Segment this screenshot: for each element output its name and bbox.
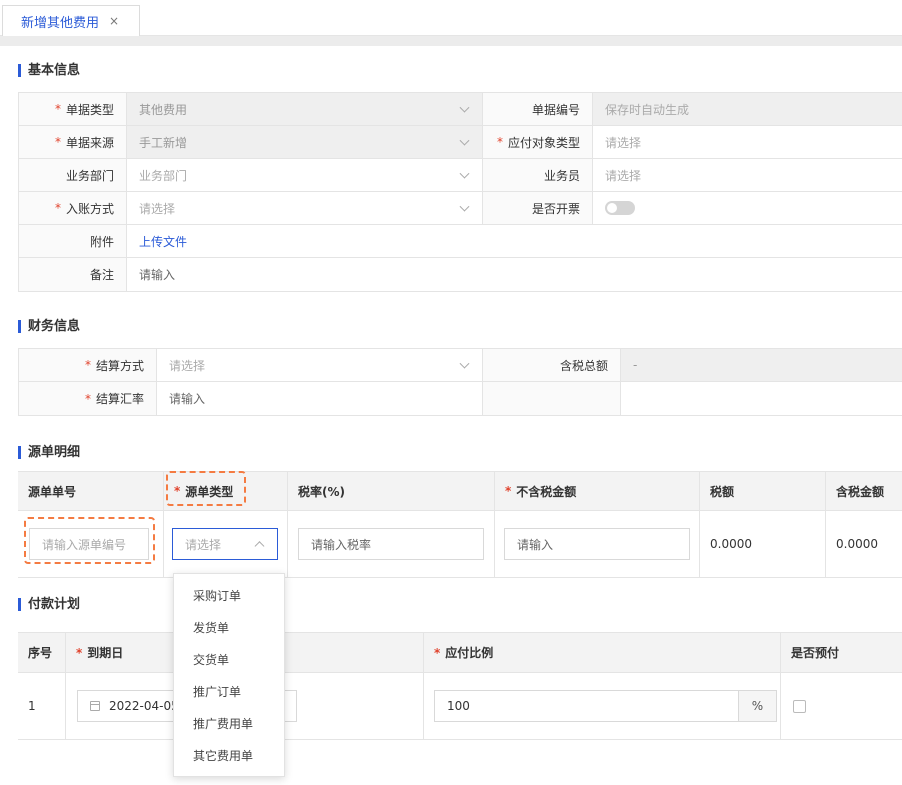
doc-source-select[interactable]: 手工新增 — [127, 126, 483, 159]
payable-type-select[interactable]: 请选择 — [593, 126, 902, 159]
col-amount-inc-tax: 含税金额 — [826, 472, 902, 511]
prepay-checkbox[interactable] — [793, 699, 806, 713]
tax-value: 0.0000 — [710, 537, 752, 551]
settle-rate-label: * 结算汇率 — [19, 382, 157, 416]
doc-no-field: 保存时自动生成 — [593, 93, 902, 126]
seq-value: 1 — [28, 699, 36, 713]
seq-cell: 1 — [18, 673, 66, 740]
tax-total-label: 含税总额 — [483, 349, 621, 382]
invoice-switch-cell — [593, 192, 902, 225]
option-promo-order[interactable]: 推广订单 — [174, 676, 284, 708]
calendar-icon — [90, 701, 100, 711]
required-mark: * — [54, 201, 61, 215]
chevron-down-icon — [459, 168, 470, 179]
upload-file-link[interactable]: 上传文件 — [139, 233, 187, 250]
settle-method-select[interactable]: 请选择 — [157, 349, 483, 382]
tab-bar: 新增其他费用 × — [0, 0, 902, 36]
required-mark: * — [76, 645, 83, 660]
percent-suffix: % — [738, 691, 776, 721]
chevron-down-icon — [459, 358, 470, 369]
settle-method-label: * 结算方式 — [19, 349, 157, 382]
section-title-plan: 付款计划 — [18, 598, 80, 611]
finance-info-form: * 结算方式 请选择 含税总额 - * 结算汇率 请输入 — [18, 348, 902, 416]
section-title-basic: 基本信息 — [18, 64, 80, 77]
invoice-label: 是否开票 — [483, 192, 593, 225]
chevron-down-icon — [459, 201, 470, 212]
required-mark: * — [84, 358, 91, 372]
amount-ex-input[interactable]: 请输入 — [504, 528, 690, 560]
col-tax-rate: 税率(%) — [288, 472, 495, 511]
section-title-finance: 财务信息 — [18, 320, 80, 333]
col-source-doc-no: 源单单号 — [18, 472, 164, 511]
required-mark: * — [84, 391, 91, 406]
tab-label[interactable]: 新增其他费用 — [21, 12, 99, 31]
option-other-fee-doc[interactable]: 其它费用单 — [174, 740, 284, 772]
chevron-down-icon — [459, 135, 470, 146]
attachment-cell: 上传文件 — [127, 225, 902, 258]
col-prepay: 是否预付 — [781, 633, 902, 673]
required-mark: * — [434, 645, 441, 660]
entry-method-select[interactable]: 请选择 — [127, 192, 483, 225]
tab-add-other-fee[interactable]: 新增其他费用 × — [2, 5, 140, 36]
section-title-source: 源单明细 — [18, 446, 80, 459]
close-icon[interactable]: × — [109, 14, 119, 28]
empty-label-cell — [483, 382, 621, 416]
header-strip — [0, 36, 902, 46]
source-doc-type-dropdown: 采购订单 发货单 交货单 推广订单 推广费用单 其它费用单 — [173, 573, 285, 777]
col-seq: 序号 — [18, 633, 66, 673]
doc-type-label: * 单据类型 — [19, 93, 127, 126]
prepay-cell — [781, 673, 902, 740]
amount-inc-cell: 0.0000 — [826, 511, 902, 578]
payable-type-label: * 应付对象类型 — [483, 126, 593, 159]
settle-rate-input[interactable]: 请输入 — [157, 382, 483, 416]
payment-plan-table: 序号 * 到期日 * 应付比例 是否预付 1 — [18, 632, 902, 740]
col-tax: 税额 — [700, 472, 826, 511]
option-promo-fee-doc[interactable]: 推广费用单 — [174, 708, 284, 740]
amount-inc-value: 0.0000 — [836, 537, 878, 551]
remark-input[interactable]: 请输入 — [127, 258, 902, 292]
doc-source-label: * 单据来源 — [19, 126, 127, 159]
salesman-select[interactable]: 请选择 — [593, 159, 902, 192]
remark-label: 备注 — [19, 258, 127, 292]
doc-type-select[interactable]: 其他费用 — [127, 93, 483, 126]
source-doc-no-input[interactable]: 请输入源单编号 — [29, 528, 149, 560]
empty-value-cell — [621, 382, 902, 416]
attachment-label: 附件 — [19, 225, 127, 258]
tax-rate-input[interactable]: 请输入税率 — [298, 528, 484, 560]
tax-total-field: - — [621, 349, 902, 382]
invoice-toggle[interactable] — [605, 201, 635, 215]
required-mark: * — [496, 135, 503, 149]
doc-no-label: 单据编号 — [483, 93, 593, 126]
chevron-up-icon — [254, 541, 265, 552]
highlight-doc-type-header — [166, 471, 246, 506]
dept-label: 业务部门 — [19, 159, 127, 192]
required-mark: * — [54, 135, 61, 149]
required-mark: * — [505, 484, 512, 498]
option-handover-note[interactable]: 交货单 — [174, 644, 284, 676]
source-doc-type-select[interactable]: 请选择 — [172, 528, 278, 560]
option-purchase-order[interactable]: 采购订单 — [174, 580, 284, 612]
salesman-label: 业务员 — [483, 159, 593, 192]
col-payable-ratio: * 应付比例 — [424, 633, 781, 673]
option-delivery-note[interactable]: 发货单 — [174, 612, 284, 644]
entry-method-label: * 入账方式 — [19, 192, 127, 225]
dept-select[interactable]: 业务部门 — [127, 159, 483, 192]
basic-info-form: * 单据类型 其他费用 单据编号 保存时自动生成 * 单据来源 手工新增 * 应付对象… — [18, 92, 902, 292]
chevron-down-icon — [459, 102, 470, 113]
payable-ratio-input[interactable]: 100 % — [434, 690, 777, 722]
col-amount-ex-tax: * 不含税金额 — [495, 472, 700, 511]
required-mark: * — [54, 102, 61, 116]
tax-cell: 0.0000 — [700, 511, 826, 578]
